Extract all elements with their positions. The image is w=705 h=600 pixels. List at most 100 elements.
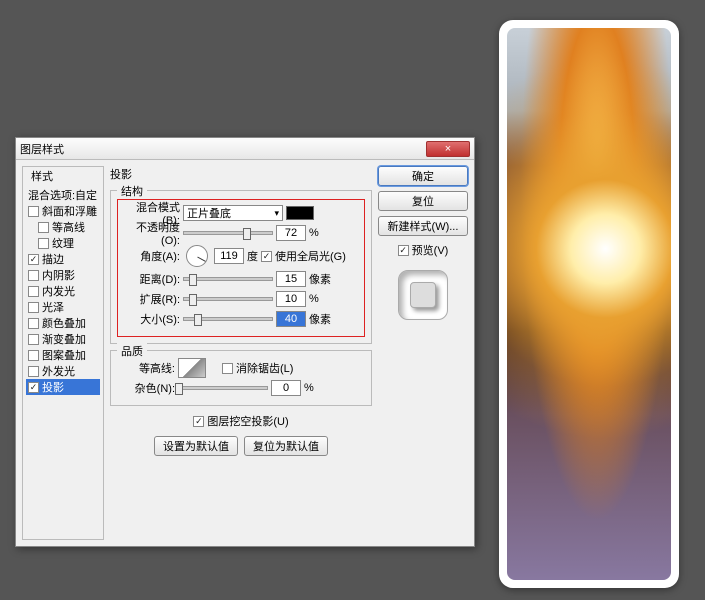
preview-label: 预览(V) [412,242,449,258]
structure-group: 结构 混合模式(B): 正片叠底 不透明度(O): 72 % 角度(A): [110,190,372,344]
style-checkbox[interactable] [28,254,39,265]
dialog-body: 样式 混合选项:自定 斜面和浮雕等高线纹理描边内阴影内发光光泽颜色叠加渐变叠加图… [16,160,474,546]
cancel-button[interactable]: 复位 [378,191,468,211]
style-item-3[interactable]: 描边 [26,251,100,267]
style-item-2[interactable]: 纹理 [26,235,100,251]
shadow-color-swatch[interactable] [286,206,314,220]
global-light-checkbox[interactable] [261,251,272,262]
angle-value[interactable]: 119 [214,248,244,264]
style-checkbox[interactable] [28,318,39,329]
style-item-6[interactable]: 光泽 [26,299,100,315]
styles-fieldset: 样式 混合选项:自定 斜面和浮雕等高线纹理描边内阴影内发光光泽颜色叠加渐变叠加图… [22,166,104,540]
spread-label: 扩展(R): [122,291,180,307]
knockout-area: 图层挖空投影(U) 设置为默认值 复位为默认值 [110,412,372,456]
size-slider[interactable] [183,317,273,321]
preview-checkbox[interactable] [398,245,409,256]
style-item-5[interactable]: 内发光 [26,283,100,299]
close-icon: × [445,143,451,155]
noise-unit: % [304,382,314,394]
distance-value[interactable]: 15 [276,271,306,287]
opacity-unit: % [309,227,319,239]
angle-unit: 度 [247,248,258,264]
close-button[interactable]: × [426,141,470,157]
style-label: 投影 [42,379,64,395]
opacity-value[interactable]: 72 [276,225,306,241]
blend-mode-dropdown[interactable]: 正片叠底 [183,205,283,221]
style-item-9[interactable]: 图案叠加 [26,347,100,363]
titlebar[interactable]: 图层样式 × [16,138,474,160]
reset-default-button[interactable]: 复位为默认值 [244,436,328,456]
opacity-slider[interactable] [183,231,273,235]
style-checkbox[interactable] [28,382,39,393]
styles-column: 样式 混合选项:自定 斜面和浮雕等高线纹理描边内阴影内发光光泽颜色叠加渐变叠加图… [22,166,104,540]
style-checkbox[interactable] [28,270,39,281]
size-unit: 像素 [309,311,331,327]
global-light-label: 使用全局光(G) [275,248,346,264]
noise-value[interactable]: 0 [271,380,301,396]
preview-swatch [398,270,448,320]
spread-slider[interactable] [183,297,273,301]
styles-title: 样式 [28,168,56,184]
knockout-checkbox[interactable] [193,416,204,427]
distance-unit: 像素 [309,271,331,287]
preview-inner [410,282,436,308]
knockout-label: 图层挖空投影(U) [207,413,288,429]
style-checkbox[interactable] [28,350,39,361]
style-checkbox[interactable] [28,206,39,217]
highlight-box: 混合模式(B): 正片叠底 不透明度(O): 72 % 角度(A): 119 [117,199,365,337]
quality-title: 品质 [117,343,147,359]
antialias-checkbox[interactable] [222,363,233,374]
style-label: 图案叠加 [42,347,86,363]
style-label: 外发光 [42,363,75,379]
size-label: 大小(S): [122,311,180,327]
style-item-4[interactable]: 内阴影 [26,267,100,283]
style-checkbox[interactable] [28,366,39,377]
set-default-button[interactable]: 设置为默认值 [154,436,238,456]
layer-style-dialog: 图层样式 × 样式 混合选项:自定 斜面和浮雕等高线纹理描边内阴影内发光光泽颜色… [15,137,475,547]
style-item-1[interactable]: 等高线 [26,219,100,235]
blend-options-row[interactable]: 混合选项:自定 [26,187,100,203]
result-image [507,28,671,580]
style-checkbox[interactable] [38,222,49,233]
style-label: 内发光 [42,283,75,299]
section-label: 投影 [110,166,372,182]
dialog-title: 图层样式 [20,141,426,157]
style-checkbox[interactable] [28,286,39,297]
style-checkbox[interactable] [28,302,39,313]
new-style-button[interactable]: 新建样式(W)... [378,216,468,236]
style-label: 光泽 [42,299,64,315]
style-checkbox[interactable] [38,238,49,249]
style-item-10[interactable]: 外发光 [26,363,100,379]
noise-slider[interactable] [178,386,268,390]
contour-label: 等高线: [117,360,175,376]
quality-group: 品质 等高线: 消除锯齿(L) 杂色(N): 0 % [110,350,372,406]
distance-label: 距离(D): [122,271,180,287]
blend-options-label: 混合选项:自定 [28,187,97,203]
style-label: 纹理 [52,235,74,251]
style-label: 斜面和浮雕 [42,203,97,219]
style-label: 等高线 [52,219,85,235]
style-label: 渐变叠加 [42,331,86,347]
ok-button[interactable]: 确定 [378,166,468,186]
action-column: 确定 复位 新建样式(W)... 预览(V) [378,166,468,540]
style-item-11[interactable]: 投影 [26,379,100,395]
result-image-card [499,20,679,588]
style-label: 内阴影 [42,267,75,283]
structure-title: 结构 [117,183,147,199]
style-label: 描边 [42,251,64,267]
style-label: 颜色叠加 [42,315,86,331]
settings-column: 投影 结构 混合模式(B): 正片叠底 不透明度(O): 72 % [110,166,372,540]
spread-value[interactable]: 10 [276,291,306,307]
angle-label: 角度(A): [122,248,180,264]
antialias-label: 消除锯齿(L) [236,360,293,376]
spread-unit: % [309,293,319,305]
style-item-8[interactable]: 渐变叠加 [26,331,100,347]
style-item-0[interactable]: 斜面和浮雕 [26,203,100,219]
contour-picker[interactable] [178,358,206,378]
angle-dial[interactable] [186,245,208,267]
style-checkbox[interactable] [28,334,39,345]
distance-slider[interactable] [183,277,273,281]
style-item-7[interactable]: 颜色叠加 [26,315,100,331]
noise-label: 杂色(N): [117,380,175,396]
size-value[interactable]: 40 [276,311,306,327]
